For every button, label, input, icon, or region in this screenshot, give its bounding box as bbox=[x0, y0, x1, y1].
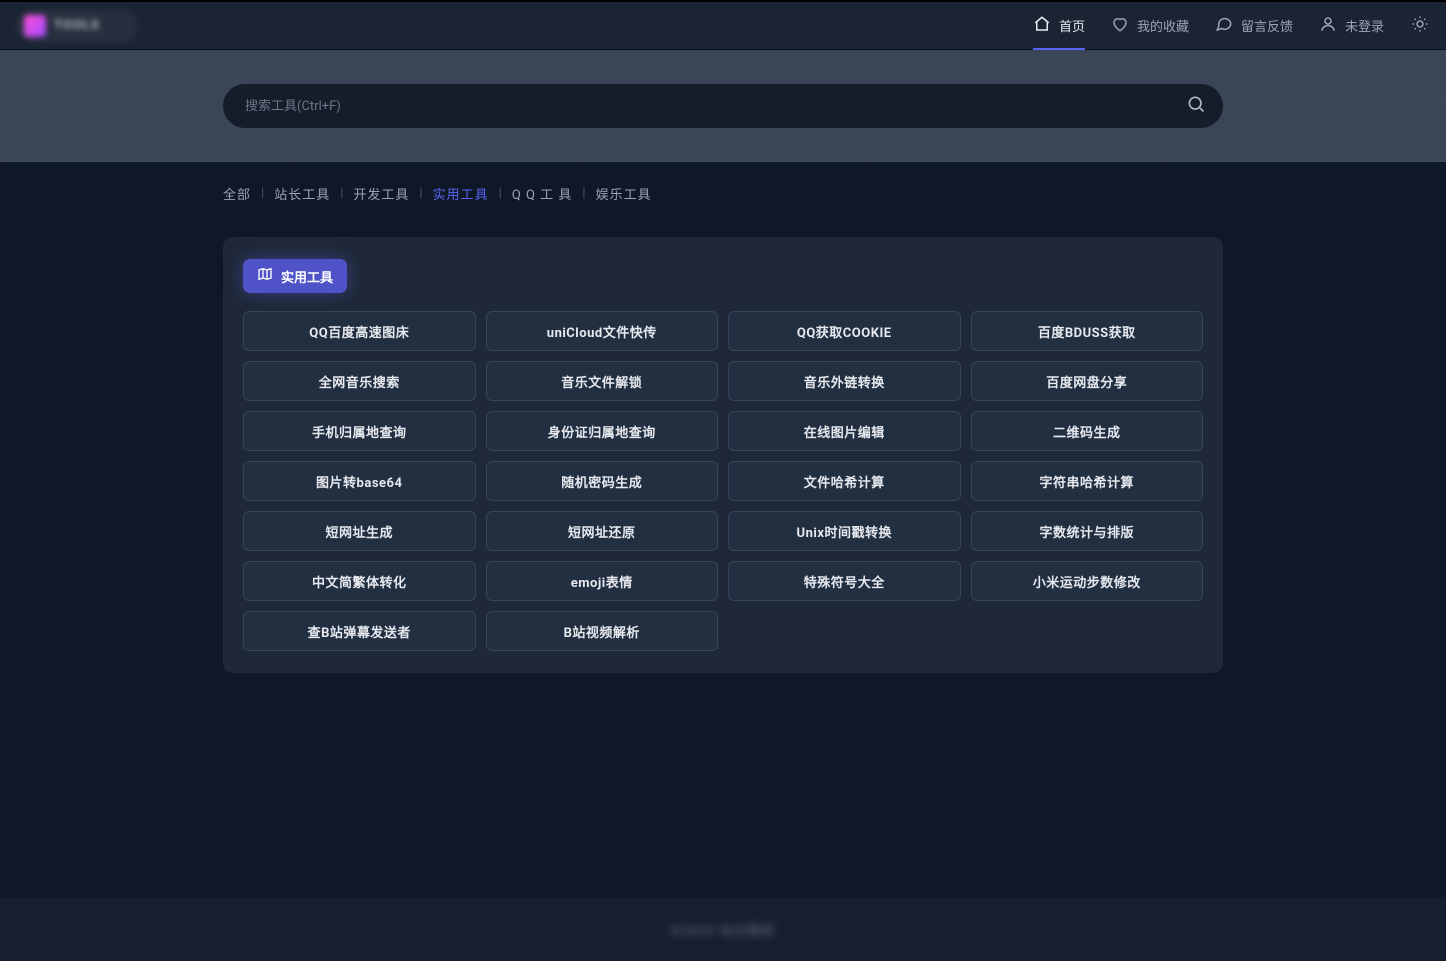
tool-tile-19[interactable]: 字数统计与排版 bbox=[971, 511, 1204, 551]
tool-tile-10[interactable]: 在线图片编辑 bbox=[728, 411, 961, 451]
brand-text: TOOLS bbox=[54, 18, 100, 33]
tool-tile-4[interactable]: 全网音乐搜索 bbox=[243, 361, 476, 401]
tools-grid: QQ百度高速图床uniCloud文件快传QQ获取COOKIE百度BDUSS获取全… bbox=[243, 311, 1203, 651]
nav-favorites[interactable]: 我的收藏 bbox=[1111, 1, 1189, 51]
brand-logo[interactable]: TOOLS bbox=[16, 9, 138, 43]
search-bar bbox=[223, 84, 1223, 128]
search-icon bbox=[1186, 94, 1206, 118]
user-icon bbox=[1319, 15, 1337, 37]
nav-feedback-label: 留言反馈 bbox=[1241, 16, 1293, 35]
tool-tile-7[interactable]: 百度网盘分享 bbox=[971, 361, 1204, 401]
category-separator: | bbox=[582, 186, 585, 201]
main-nav: 首页 我的收藏 留言反馈 未登录 bbox=[1033, 1, 1430, 51]
map-icon bbox=[257, 266, 273, 286]
theme-toggle[interactable] bbox=[1410, 16, 1430, 36]
tool-tile-16[interactable]: 短网址生成 bbox=[243, 511, 476, 551]
category-separator: | bbox=[499, 186, 502, 201]
category-1[interactable]: 站长工具 bbox=[274, 184, 330, 203]
tool-tile-14[interactable]: 文件哈希计算 bbox=[728, 461, 961, 501]
tool-tile-5[interactable]: 音乐文件解锁 bbox=[486, 361, 719, 401]
category-5[interactable]: 娱乐工具 bbox=[596, 184, 652, 203]
category-3[interactable]: 实用工具 bbox=[433, 184, 489, 203]
tool-tile-1[interactable]: uniCloud文件快传 bbox=[486, 311, 719, 351]
section-title: 实用工具 bbox=[281, 267, 333, 286]
nav-home-label: 首页 bbox=[1059, 16, 1085, 35]
tool-tile-8[interactable]: 手机归属地查询 bbox=[243, 411, 476, 451]
nav-login[interactable]: 未登录 bbox=[1319, 1, 1384, 51]
chat-icon bbox=[1215, 15, 1233, 37]
home-icon bbox=[1033, 15, 1051, 37]
nav-favorites-label: 我的收藏 bbox=[1137, 16, 1189, 35]
nav-login-label: 未登录 bbox=[1345, 16, 1384, 35]
tool-tile-13[interactable]: 随机密码生成 bbox=[486, 461, 719, 501]
tool-tile-17[interactable]: 短网址还原 bbox=[486, 511, 719, 551]
category-4[interactable]: Q Q 工 具 bbox=[512, 184, 573, 203]
footer: ©2024 站点版权 bbox=[0, 897, 1446, 961]
tool-tile-22[interactable]: 特殊符号大全 bbox=[728, 561, 961, 601]
tool-tile-15[interactable]: 字符串哈希计算 bbox=[971, 461, 1204, 501]
tool-tile-2[interactable]: QQ获取COOKIE bbox=[728, 311, 961, 351]
top-bar: TOOLS 首页 我的收藏 留言反馈 未登录 bbox=[0, 0, 1446, 50]
nav-home[interactable]: 首页 bbox=[1033, 1, 1085, 51]
category-0[interactable]: 全部 bbox=[223, 184, 251, 203]
tool-tile-24[interactable]: 查B站弹幕发送者 bbox=[243, 611, 476, 651]
search-button[interactable] bbox=[1183, 93, 1209, 119]
category-separator: | bbox=[340, 186, 343, 201]
nav-feedback[interactable]: 留言反馈 bbox=[1215, 1, 1293, 51]
tool-tile-23[interactable]: 小米运动步数修改 bbox=[971, 561, 1204, 601]
brand-mark-icon bbox=[24, 15, 46, 37]
category-2[interactable]: 开发工具 bbox=[353, 184, 409, 203]
tool-tile-18[interactable]: Unix时间戳转换 bbox=[728, 511, 961, 551]
section-chip: 实用工具 bbox=[243, 259, 347, 293]
tools-panel: 实用工具 QQ百度高速图床uniCloud文件快传QQ获取COOKIE百度BDU… bbox=[223, 237, 1223, 673]
tool-tile-20[interactable]: 中文简繁体转化 bbox=[243, 561, 476, 601]
search-input[interactable] bbox=[245, 99, 1169, 114]
footer-text: ©2024 站点版权 bbox=[671, 920, 776, 939]
tool-tile-0[interactable]: QQ百度高速图床 bbox=[243, 311, 476, 351]
category-separator: | bbox=[419, 186, 422, 201]
hero-section bbox=[0, 50, 1446, 162]
tool-tile-21[interactable]: emoji表情 bbox=[486, 561, 719, 601]
sun-icon bbox=[1411, 15, 1429, 37]
heart-icon bbox=[1111, 15, 1129, 37]
tool-tile-6[interactable]: 音乐外链转换 bbox=[728, 361, 961, 401]
tool-tile-9[interactable]: 身份证归属地查询 bbox=[486, 411, 719, 451]
tool-tile-3[interactable]: 百度BDUSS获取 bbox=[971, 311, 1204, 351]
tool-tile-12[interactable]: 图片转base64 bbox=[243, 461, 476, 501]
tool-tile-11[interactable]: 二维码生成 bbox=[971, 411, 1204, 451]
category-bar: 全部 | 站长工具 | 开发工具 | 实用工具 | Q Q 工 具 | 娱乐工具 bbox=[0, 162, 1446, 213]
category-separator: | bbox=[261, 186, 264, 201]
tool-tile-25[interactable]: B站视频解析 bbox=[486, 611, 719, 651]
content-area: 实用工具 QQ百度高速图床uniCloud文件快传QQ获取COOKIE百度BDU… bbox=[0, 213, 1446, 733]
